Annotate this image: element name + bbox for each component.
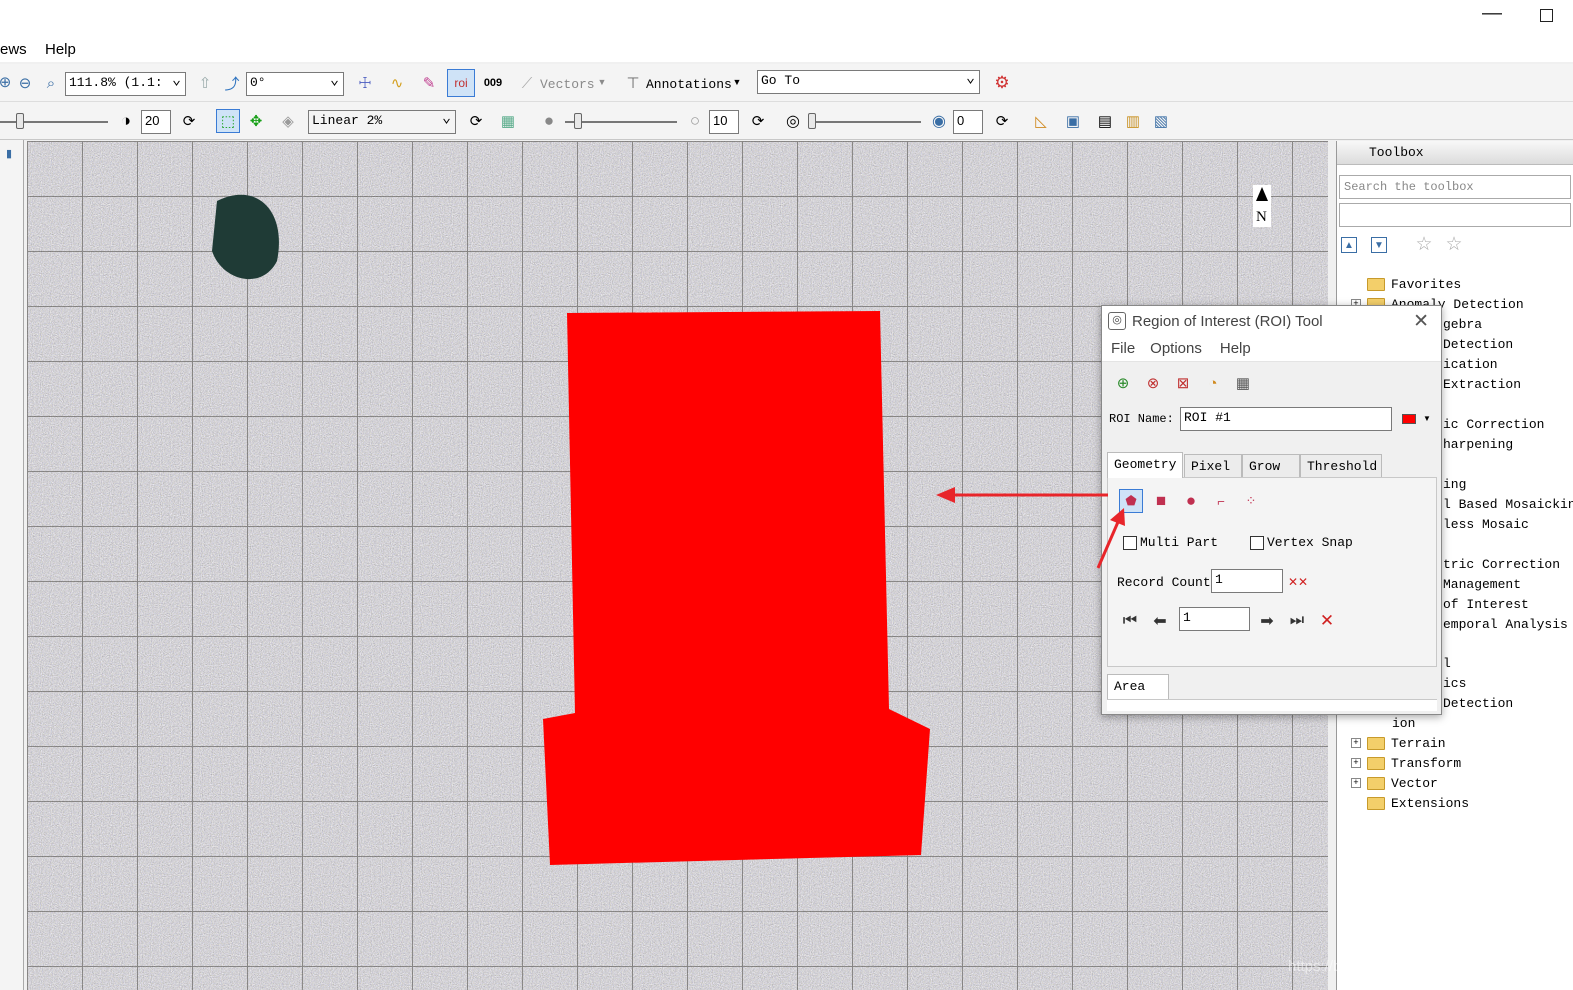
tab-geometry[interactable]: Geometry — [1107, 452, 1184, 478]
watermark: https://blog.csdn.net/weixin_39190382 — [1288, 958, 1544, 975]
annotation-arrows — [936, 487, 1125, 569]
